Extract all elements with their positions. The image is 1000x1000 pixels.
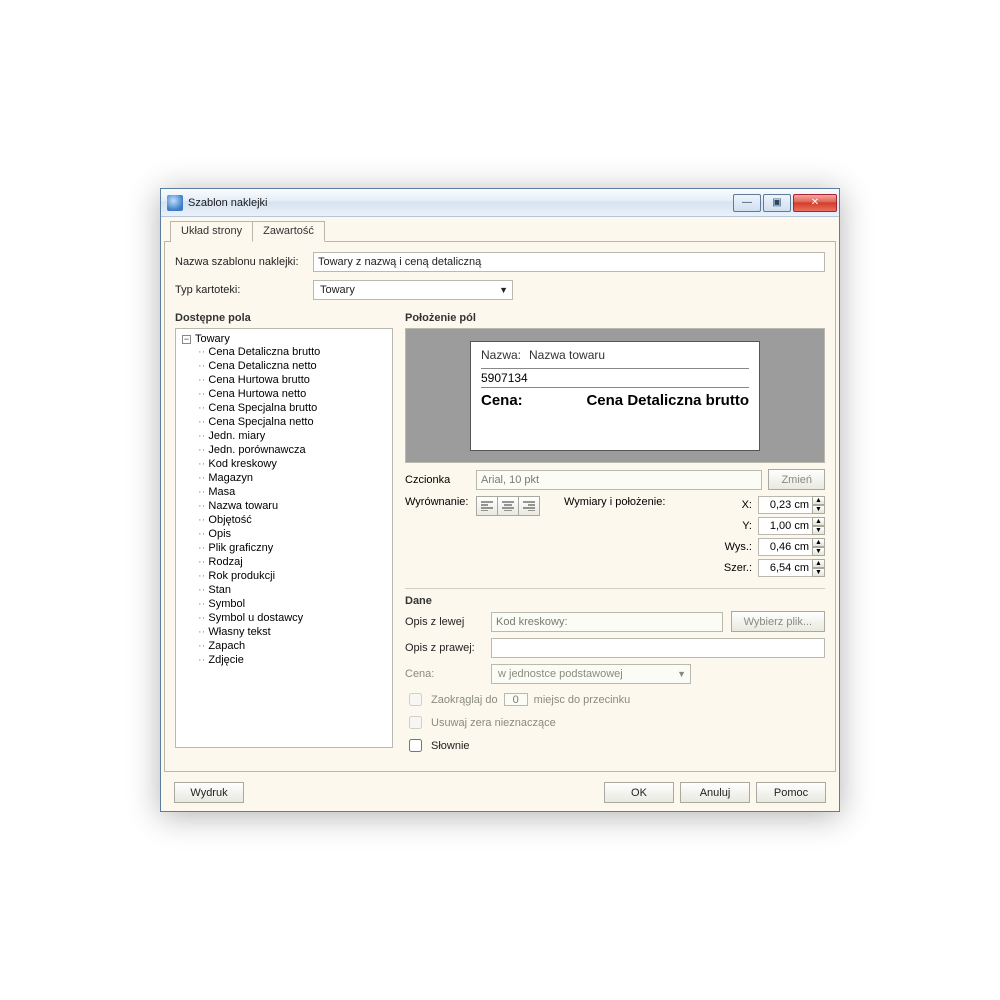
price-unit-label: Cena:	[405, 668, 483, 680]
ok-button[interactable]: OK	[604, 782, 674, 803]
dialog-window: Szablon naklejki — ▣ ✕ Układ strony Zawa…	[160, 188, 840, 812]
minimize-button[interactable]: —	[733, 194, 761, 212]
tree-item[interactable]: Plik graficzny	[198, 541, 386, 555]
preview-price-value: Cena Detaliczna brutto	[531, 392, 749, 409]
tree-item[interactable]: Kod kreskowy	[198, 457, 386, 471]
tree-root[interactable]: − Towary	[182, 333, 386, 345]
align-label: Wyrównanie:	[405, 496, 470, 508]
font-display	[476, 470, 762, 490]
tree-item[interactable]: Nazwa towaru	[198, 499, 386, 513]
tree-item[interactable]: Cena Hurtowa brutto	[198, 373, 386, 387]
in-words-label: Słownie	[431, 740, 470, 752]
cancel-button[interactable]: Anuluj	[680, 782, 750, 803]
round-pre: Zaokrąglaj do	[431, 694, 498, 706]
tree-root-label: Towary	[195, 333, 230, 345]
tree-item[interactable]: Zapach	[198, 639, 386, 653]
align-left-button[interactable]	[476, 496, 498, 516]
dim-y-label: Y:	[718, 520, 752, 532]
data-header: Dane	[405, 595, 825, 607]
tree-item[interactable]: Cena Detaliczna netto	[198, 359, 386, 373]
maximize-button[interactable]: ▣	[763, 194, 791, 212]
round-post: miejsc do przecinku	[534, 694, 631, 706]
template-name-input[interactable]	[313, 252, 825, 272]
tab-layout[interactable]: Układ strony	[170, 221, 253, 242]
change-font-button[interactable]: Zmień	[768, 469, 825, 490]
align-center-button[interactable]	[497, 496, 519, 516]
tree-item[interactable]: Rok produkcji	[198, 569, 386, 583]
tree-item[interactable]: Magazyn	[198, 471, 386, 485]
label-preview[interactable]: Nazwa: Nazwa towaru 5907134 Cena: Cena D…	[405, 328, 825, 463]
spin-down-icon[interactable]: ▼	[812, 505, 825, 514]
help-button[interactable]: Pomoc	[756, 782, 826, 803]
choose-file-button[interactable]: Wybierz plik...	[731, 611, 825, 632]
align-buttons	[476, 496, 540, 516]
preview-barcode: 5907134	[481, 371, 528, 385]
tabstrip: Układ strony Zawartość	[170, 220, 836, 241]
dialog-footer: Wydruk OK Anuluj Pomoc	[164, 772, 836, 803]
preview-price-label: Cena:	[481, 392, 523, 409]
strip-zeros-row: Usuwaj zera nieznaczące	[405, 713, 825, 732]
tree-item[interactable]: Jedn. miary	[198, 429, 386, 443]
template-name-label: Nazwa szablonu naklejki:	[175, 256, 305, 268]
card-type-label: Typ kartoteki:	[175, 284, 305, 296]
fields-tree[interactable]: − Towary Cena Detaliczna bruttoCena Deta…	[175, 328, 393, 748]
strip-zeros-checkbox	[409, 716, 422, 729]
dim-h-input[interactable]	[758, 538, 813, 556]
tab-content[interactable]: Zawartość	[252, 221, 325, 242]
strip-zeros-label: Usuwaj zera nieznaczące	[431, 717, 556, 729]
tree-item[interactable]: Własny tekst	[198, 625, 386, 639]
price-unit-value: w jednostce podstawowej	[498, 668, 623, 680]
dim-w-label: Szer.:	[718, 562, 752, 574]
tree-item[interactable]: Objętość	[198, 513, 386, 527]
dim-h-label: Wys.:	[718, 541, 752, 553]
tree-item[interactable]: Opis	[198, 527, 386, 541]
card-type-select[interactable]: Towary ▼	[313, 280, 513, 300]
collapse-icon[interactable]: −	[182, 335, 191, 344]
tree-item[interactable]: Symbol u dostawcy	[198, 611, 386, 625]
font-label: Czcionka	[405, 474, 470, 486]
window-buttons: — ▣ ✕	[733, 194, 837, 212]
tab-pane: Nazwa szablonu naklejki: Typ kartoteki: …	[164, 241, 836, 772]
dim-w-input[interactable]	[758, 559, 813, 577]
desc-right-label: Opis z prawej:	[405, 642, 483, 654]
tree-item[interactable]: Cena Hurtowa netto	[198, 387, 386, 401]
position-header: Położenie pól	[405, 312, 825, 324]
tree-item[interactable]: Cena Specjalna netto	[198, 415, 386, 429]
card-type-value: Towary	[320, 284, 355, 296]
dim-x-label: X:	[718, 499, 752, 511]
chevron-down-icon: ▼	[677, 669, 686, 679]
available-fields-header: Dostępne pola	[175, 312, 393, 324]
desc-left-label: Opis z lewej	[405, 616, 483, 628]
tree-item[interactable]: Zdjęcie	[198, 653, 386, 667]
align-right-button[interactable]	[518, 496, 540, 516]
tree-item[interactable]: Stan	[198, 583, 386, 597]
close-button[interactable]: ✕	[793, 194, 837, 212]
spin-up-icon[interactable]: ▲	[812, 496, 825, 505]
preview-card: Nazwa: Nazwa towaru 5907134 Cena: Cena D…	[470, 341, 760, 451]
tree-item[interactable]: Masa	[198, 485, 386, 499]
app-icon	[167, 195, 183, 211]
preview-name-label: Nazwa:	[481, 348, 521, 362]
price-unit-select: w jednostce podstawowej ▼	[491, 664, 691, 684]
tree-item[interactable]: Jedn. porównawcza	[198, 443, 386, 457]
in-words-checkbox[interactable]	[409, 739, 422, 752]
dim-x-input[interactable]	[758, 496, 813, 514]
titlebar: Szablon naklejki — ▣ ✕	[161, 189, 839, 217]
tree-item[interactable]: Cena Detaliczna brutto	[198, 345, 386, 359]
round-checkbox	[409, 693, 422, 706]
dim-y-input[interactable]	[758, 517, 813, 535]
chevron-down-icon: ▼	[499, 285, 508, 295]
tree-item[interactable]: Cena Specjalna brutto	[198, 401, 386, 415]
desc-left-input[interactable]	[491, 612, 723, 632]
desc-right-input[interactable]	[491, 638, 825, 658]
round-digits-input	[504, 693, 528, 706]
preview-name-value: Nazwa towaru	[529, 348, 605, 362]
round-checkbox-row: Zaokrąglaj do miejsc do przecinku	[405, 690, 825, 709]
print-button[interactable]: Wydruk	[174, 782, 244, 803]
tree-item[interactable]: Symbol	[198, 597, 386, 611]
dims-label: Wymiary i położenie:	[564, 496, 665, 508]
in-words-row[interactable]: Słownie	[405, 736, 825, 755]
window-title: Szablon naklejki	[188, 197, 733, 209]
tree-item[interactable]: Rodzaj	[198, 555, 386, 569]
